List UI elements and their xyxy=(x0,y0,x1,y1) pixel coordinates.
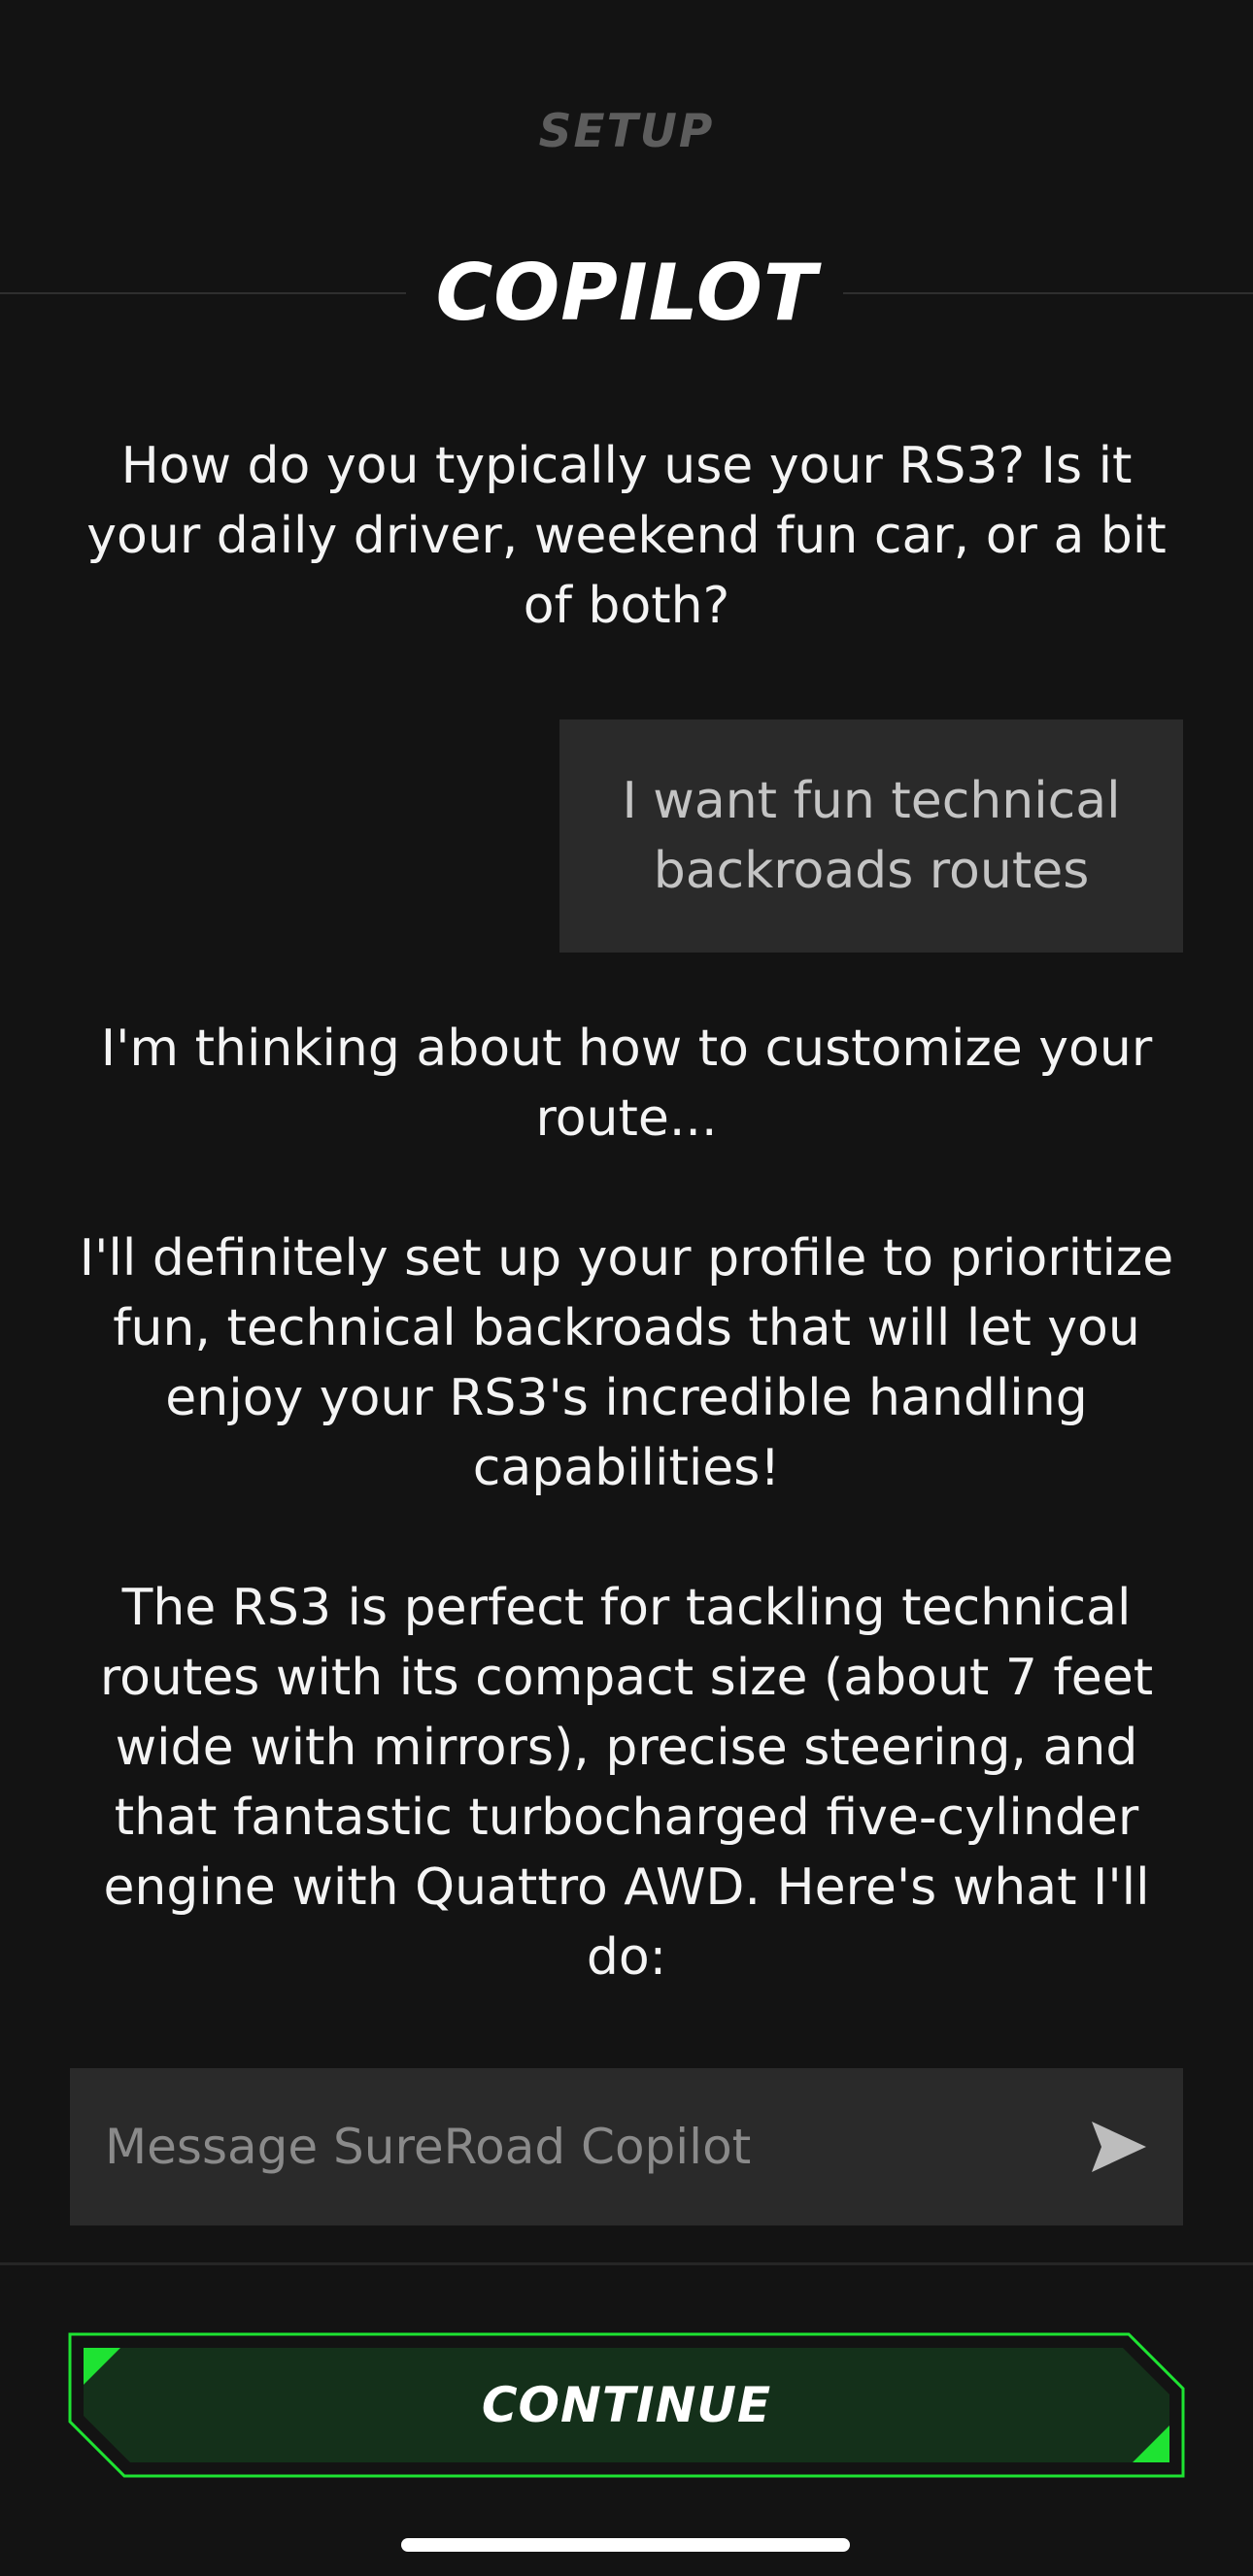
continue-button[interactable]: CONTINUE xyxy=(68,2332,1185,2478)
user-message-text: I want fun technical backroads routes xyxy=(622,772,1121,900)
assistant-message: How do you typically use your RS3? Is it… xyxy=(58,431,1195,641)
home-indicator xyxy=(401,2538,850,2552)
message-composer xyxy=(70,2068,1183,2225)
title-row: COPILOT xyxy=(0,245,1253,342)
user-message-bubble: I want fun technical backroads routes xyxy=(559,719,1183,953)
title-divider-right xyxy=(843,292,1253,294)
assistant-message: I'm thinking about how to customize your… xyxy=(58,1014,1195,1992)
send-button[interactable] xyxy=(1090,2118,1148,2176)
assistant-message-text: I'm thinking about how to customize your… xyxy=(100,1020,1153,1148)
continue-button-label: CONTINUE xyxy=(481,2377,772,2433)
assistant-message-text: The RS3 is perfect for tackling technica… xyxy=(99,1579,1154,1987)
assistant-message-text: I'll definitely set up your profile to p… xyxy=(79,1229,1174,1497)
send-icon xyxy=(1092,2122,1146,2172)
footer-divider xyxy=(0,2262,1253,2265)
setup-label: SETUP xyxy=(538,105,715,158)
message-input[interactable] xyxy=(105,2068,1037,2225)
assistant-message-text: How do you typically use your RS3? Is it… xyxy=(86,437,1167,635)
